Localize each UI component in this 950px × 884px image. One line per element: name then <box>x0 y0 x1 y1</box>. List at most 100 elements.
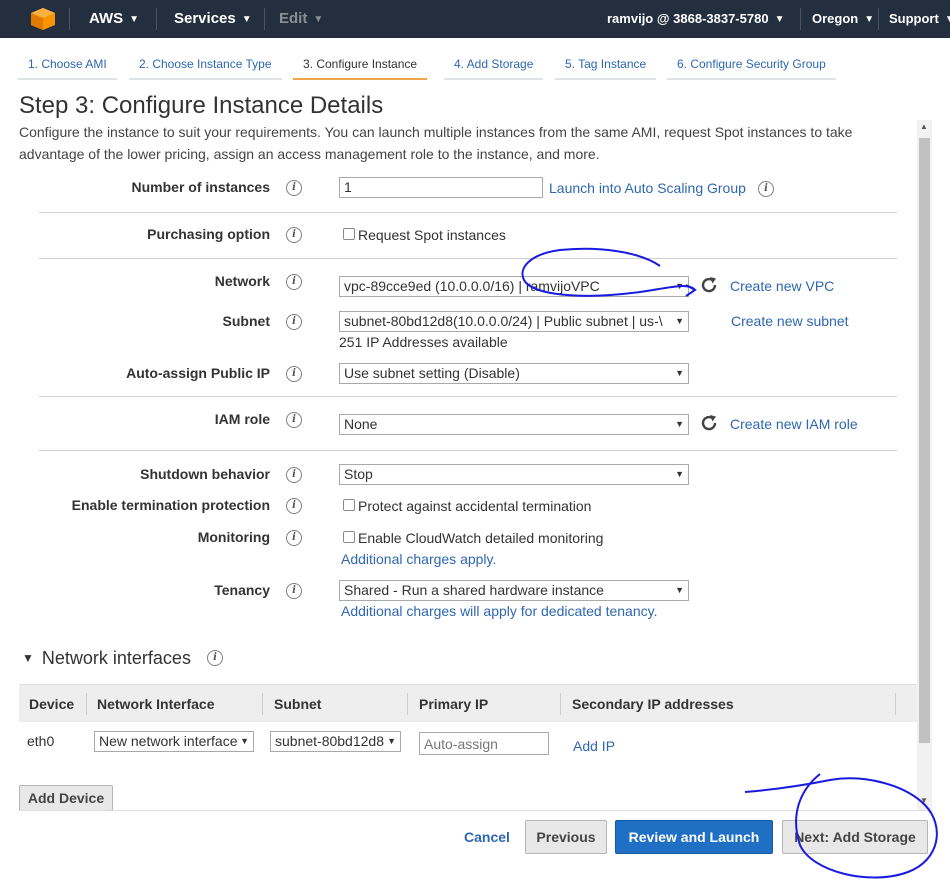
termination-protection-checkbox[interactable] <box>343 499 355 511</box>
info-icon[interactable]: i <box>286 583 302 599</box>
column-separator <box>895 693 896 715</box>
iam-role-value: None <box>344 416 378 432</box>
page-description: Configure the instance to suit your requ… <box>19 124 853 162</box>
shutdown-behavior-select[interactable]: Stop ▼ <box>339 464 689 485</box>
info-icon[interactable]: i <box>207 650 223 666</box>
network-select-value: vpc-89cce9ed (10.0.0.0/16) | ramvijoVPC <box>344 278 600 294</box>
info-icon[interactable]: i <box>286 274 302 290</box>
next-add-storage-button[interactable]: Next: Add Storage <box>782 820 928 854</box>
services-menu[interactable]: Services ▼ <box>174 0 252 38</box>
services-menu-label: Services <box>174 10 236 27</box>
num-instances-label: Number of instances <box>131 179 270 195</box>
spot-instances-label: Request Spot instances <box>358 227 506 243</box>
aws-cube-icon[interactable] <box>30 7 56 31</box>
collapse-triangle-icon: ▼ <box>22 651 34 665</box>
tab-choose-instance-type[interactable]: 2. Choose Instance Type <box>129 50 282 80</box>
create-iam-role-link[interactable]: Create new IAM role <box>730 416 858 432</box>
aws-menu[interactable]: AWS ▼ <box>89 0 139 38</box>
divider <box>39 396 897 397</box>
create-vpc-link[interactable]: Create new VPC <box>730 278 834 294</box>
num-instances-input[interactable]: 1 <box>339 177 543 198</box>
column-header-network-interface: Network Interface <box>97 696 215 712</box>
add-device-button[interactable]: Add Device <box>19 785 113 811</box>
top-nav-bar: AWS ▼ Services ▼ Edit ▼ ramvijo @ 3868-3837… <box>0 0 950 38</box>
support-menu[interactable]: Support ▼ <box>889 0 950 38</box>
refresh-icon[interactable] <box>699 413 719 433</box>
network-interfaces-title: Network interfaces <box>41 648 191 668</box>
tab-configure-instance[interactable]: 3. Configure Instance <box>293 50 428 80</box>
review-and-launch-button[interactable]: Review and Launch <box>615 820 773 854</box>
shutdown-behavior-value: Stop <box>344 466 373 482</box>
edit-menu-label: Edit <box>279 10 308 27</box>
termination-protection-label: Enable termination protection <box>71 497 270 513</box>
device-cell: eth0 <box>27 733 55 749</box>
info-icon[interactable]: i <box>286 498 302 514</box>
info-icon[interactable]: i <box>286 366 302 382</box>
info-icon[interactable]: i <box>286 530 302 546</box>
dropdown-arrow-icon: ▼ <box>387 736 396 746</box>
dropdown-arrow-icon: ▼ <box>675 585 684 595</box>
tenancy-charges-link[interactable]: Additional charges will apply for dedica… <box>341 603 657 619</box>
shutdown-behavior-label: Shutdown behavior <box>140 466 270 482</box>
divider <box>39 450 897 451</box>
account-menu[interactable]: ramvijo @ 3868-3837-5780 ▼ <box>607 0 784 38</box>
monitoring-checkbox[interactable] <box>343 531 355 543</box>
chevron-down-icon: ▼ <box>313 14 324 25</box>
network-interfaces-toggle[interactable]: ▼ Network interfaces <box>22 648 191 669</box>
dropdown-arrow-icon: ▼ <box>675 316 684 326</box>
edit-menu[interactable]: Edit ▼ <box>279 0 323 38</box>
iam-role-select[interactable]: None ▼ <box>339 414 689 435</box>
column-header-device: Device <box>29 696 75 712</box>
region-menu[interactable]: Oregon ▼ <box>812 0 874 38</box>
dropdown-arrow-icon: ▼ <box>240 736 249 746</box>
info-icon[interactable]: i <box>286 227 302 243</box>
scroll-up-icon[interactable]: ▲ <box>920 122 928 131</box>
column-header-secondary-ip: Secondary IP addresses <box>572 696 734 712</box>
row-subnet-select[interactable]: subnet-80bd12d8 ▼ <box>270 731 401 752</box>
page-title: Step 3: Configure Instance Details <box>19 92 384 119</box>
tab-tag-instance[interactable]: 5. Tag Instance <box>555 50 657 80</box>
auto-assign-ip-value: Use subnet setting (Disable) <box>344 365 520 381</box>
monitoring-check-label: Enable CloudWatch detailed monitoring <box>358 530 604 546</box>
nav-separator <box>878 8 879 30</box>
column-header-primary-ip: Primary IP <box>419 696 489 712</box>
primary-ip-input[interactable] <box>419 732 549 755</box>
tenancy-value: Shared - Run a shared hardware instance <box>344 582 604 598</box>
network-interfaces-table-header: Device Network Interface Subnet Primary … <box>19 684 917 722</box>
tenancy-select[interactable]: Shared - Run a shared hardware instance ▼ <box>339 580 689 601</box>
termination-protection-check-label: Protect against accidental termination <box>358 498 592 514</box>
nav-separator <box>264 8 265 30</box>
info-icon[interactable]: i <box>286 314 302 330</box>
subnet-select-value: subnet-80bd12d8(10.0.0.0/24) | Public su… <box>344 313 663 329</box>
create-subnet-link[interactable]: Create new subnet <box>731 313 849 329</box>
scrollbar-thumb[interactable] <box>919 138 930 743</box>
chevron-down-icon: ▼ <box>774 14 785 25</box>
add-ip-link[interactable]: Add IP <box>573 738 615 754</box>
auto-scaling-link[interactable]: Launch into Auto Scaling Group <box>549 180 746 196</box>
spot-instances-checkbox[interactable] <box>343 228 355 240</box>
previous-button[interactable]: Previous <box>525 820 607 854</box>
chevron-down-icon: ▼ <box>944 14 950 25</box>
monitoring-charges-link[interactable]: Additional charges apply. <box>341 551 496 567</box>
network-interface-select[interactable]: New network interface ▼ <box>94 731 254 752</box>
scroll-down-icon[interactable]: ▼ <box>920 796 928 805</box>
tab-add-storage[interactable]: 4. Add Storage <box>444 50 544 80</box>
refresh-icon[interactable] <box>699 275 719 295</box>
row-subnet-value: subnet-80bd12d8 <box>275 733 384 749</box>
purchasing-option-label: Purchasing option <box>147 226 270 242</box>
network-select[interactable]: vpc-89cce9ed (10.0.0.0/16) | ramvijoVPC ▼ <box>339 276 689 297</box>
info-icon[interactable]: i <box>286 467 302 483</box>
tenancy-label: Tenancy <box>214 582 270 598</box>
wizard-steps: 1. Choose AMI 2. Choose Instance Type 3.… <box>18 50 938 80</box>
subnet-label: Subnet <box>222 313 270 329</box>
info-icon[interactable]: i <box>286 412 302 428</box>
aws-menu-label: AWS <box>89 10 124 27</box>
tab-choose-ami[interactable]: 1. Choose AMI <box>18 50 117 80</box>
info-icon[interactable]: i <box>286 180 302 196</box>
subnet-select[interactable]: subnet-80bd12d8(10.0.0.0/24) | Public su… <box>339 311 689 332</box>
info-icon[interactable]: i <box>758 181 774 197</box>
auto-assign-ip-select[interactable]: Use subnet setting (Disable) ▼ <box>339 363 689 384</box>
cancel-button[interactable]: Cancel <box>464 829 510 845</box>
tab-configure-security-group[interactable]: 6. Configure Security Group <box>667 50 836 80</box>
divider <box>39 258 897 259</box>
